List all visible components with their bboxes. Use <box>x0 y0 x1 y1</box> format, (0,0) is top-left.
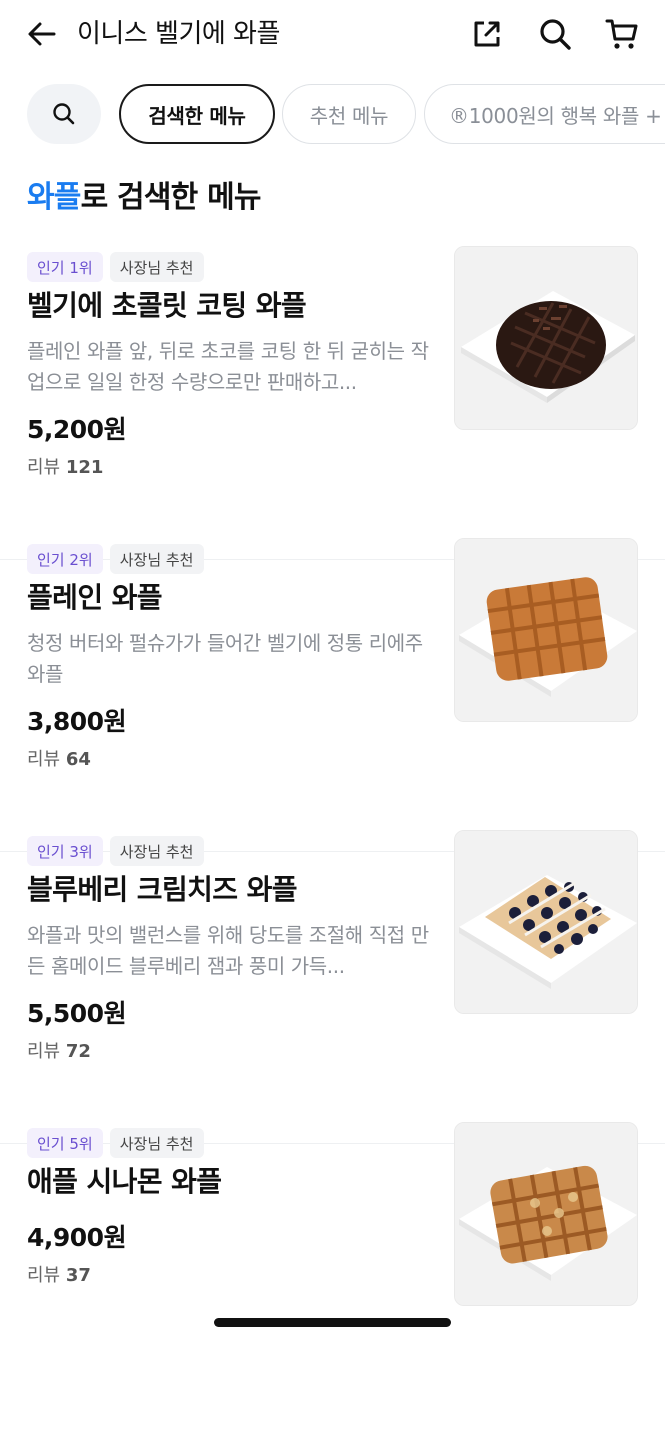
owner-recommend-badge: 사장님 추천 <box>109 252 204 282</box>
section-title-suffix: 로 검색한 메뉴 <box>80 180 262 215</box>
chip-searched-menu[interactable]: 검색한 메뉴 <box>119 84 275 144</box>
menu-item-review: 리뷰 121 <box>27 454 103 482</box>
menu-item-name: 벨기에 초콜릿 코팅 와플 <box>27 289 307 322</box>
menu-item[interactable]: 인기 1위 사장님 추천 벨기에 초콜릿 코팅 와플 플레인 와플 앞, 뒤로 … <box>0 246 665 560</box>
menu-item-description: 청정 버터와 펄슈가가 들어간 벨기에 정통 리에주 와플 <box>27 631 423 686</box>
menu-item-name: 애플 시나몬 와플 <box>27 1165 222 1198</box>
back-button[interactable] <box>24 16 60 52</box>
share-button[interactable] <box>467 14 507 54</box>
menu-item-review: 리뷰 37 <box>27 1262 91 1290</box>
menu-item[interactable]: 인기 5위 사장님 추천 애플 시나몬 와플 4,900원 리뷰 37 <box>0 1122 665 1434</box>
review-count: 72 <box>65 1041 91 1062</box>
menu-item-review: 리뷰 72 <box>27 1038 91 1066</box>
menu-item-price: 4,900원 <box>27 1223 127 1252</box>
review-count: 64 <box>65 749 91 770</box>
menu-search-button[interactable] <box>27 84 101 144</box>
rank-badge: 인기 2위 <box>27 544 103 574</box>
rank-badge: 인기 3위 <box>27 836 103 866</box>
owner-recommend-badge: 사장님 추천 <box>109 836 204 866</box>
owner-recommend-badge: 사장님 추천 <box>109 544 204 574</box>
menu-item-name: 블루베리 크림치즈 와플 <box>27 873 298 906</box>
menu-item-description: 와플과 맛의 밸런스를 위해 당도를 조절해 직접 만든 홈메이드 블루베리 잼… <box>27 923 429 978</box>
top-app-bar: 이니스 벨기에 와플 <box>0 0 665 68</box>
cart-icon <box>605 19 638 49</box>
search-icon <box>540 19 571 50</box>
cart-button[interactable] <box>602 14 642 54</box>
menu-item[interactable]: 인기 2위 사장님 추천 플레인 와플 청정 버터와 펄슈가가 들어간 벨기에 … <box>0 538 665 852</box>
menu-item-price: 5,500원 <box>27 999 127 1028</box>
section-title: 와플로 검색한 메뉴 <box>27 176 262 220</box>
share-icon <box>474 21 500 47</box>
review-count: 121 <box>65 457 104 478</box>
menu-item-price: 3,800원 <box>27 707 127 736</box>
chocolate-waffle-image <box>454 246 638 430</box>
page-title: 이니스 벨기에 와플 <box>77 19 280 49</box>
rank-badge: 인기 5위 <box>27 1128 103 1158</box>
menu-item-name: 플레인 와플 <box>27 581 163 614</box>
search-keyword: 와플 <box>27 180 81 215</box>
review-label: 리뷰 <box>27 1041 61 1062</box>
menu-filter-chips: 검색한 메뉴 추천 메뉴 ®1000원의 행복 와플 + 음료 <box>0 82 665 146</box>
menu-item[interactable]: 인기 3위 사장님 추천 블루베리 크림치즈 와플 와플과 맛의 밸런스를 위해… <box>0 830 665 1144</box>
plain-waffle-image <box>454 538 638 722</box>
review-label: 리뷰 <box>27 1265 61 1286</box>
home-indicator <box>214 1318 451 1327</box>
blueberry-waffle-image <box>454 830 638 1014</box>
review-label: 리뷰 <box>27 457 61 478</box>
owner-recommend-badge: 사장님 추천 <box>109 1128 204 1158</box>
chip-recommended-menu[interactable]: 추천 메뉴 <box>282 84 416 144</box>
menu-item-review: 리뷰 64 <box>27 746 91 774</box>
search-icon <box>53 103 75 125</box>
rank-badge: 인기 1위 <box>27 252 103 282</box>
review-count: 37 <box>65 1265 91 1286</box>
menu-item-price: 5,200원 <box>27 415 127 444</box>
arrow-left-icon <box>28 22 56 46</box>
menu-item-description: 플레인 와플 앞, 뒤로 초코를 코팅 한 뒤 굳히는 작업으로 일일 한정 수… <box>27 339 429 394</box>
apple-cinnamon-waffle-image <box>454 1122 638 1306</box>
search-button[interactable] <box>535 14 575 54</box>
review-label: 리뷰 <box>27 749 61 770</box>
chip-1000-won-happiness[interactable]: ®1000원의 행복 와플 + 음료 <box>424 84 665 144</box>
